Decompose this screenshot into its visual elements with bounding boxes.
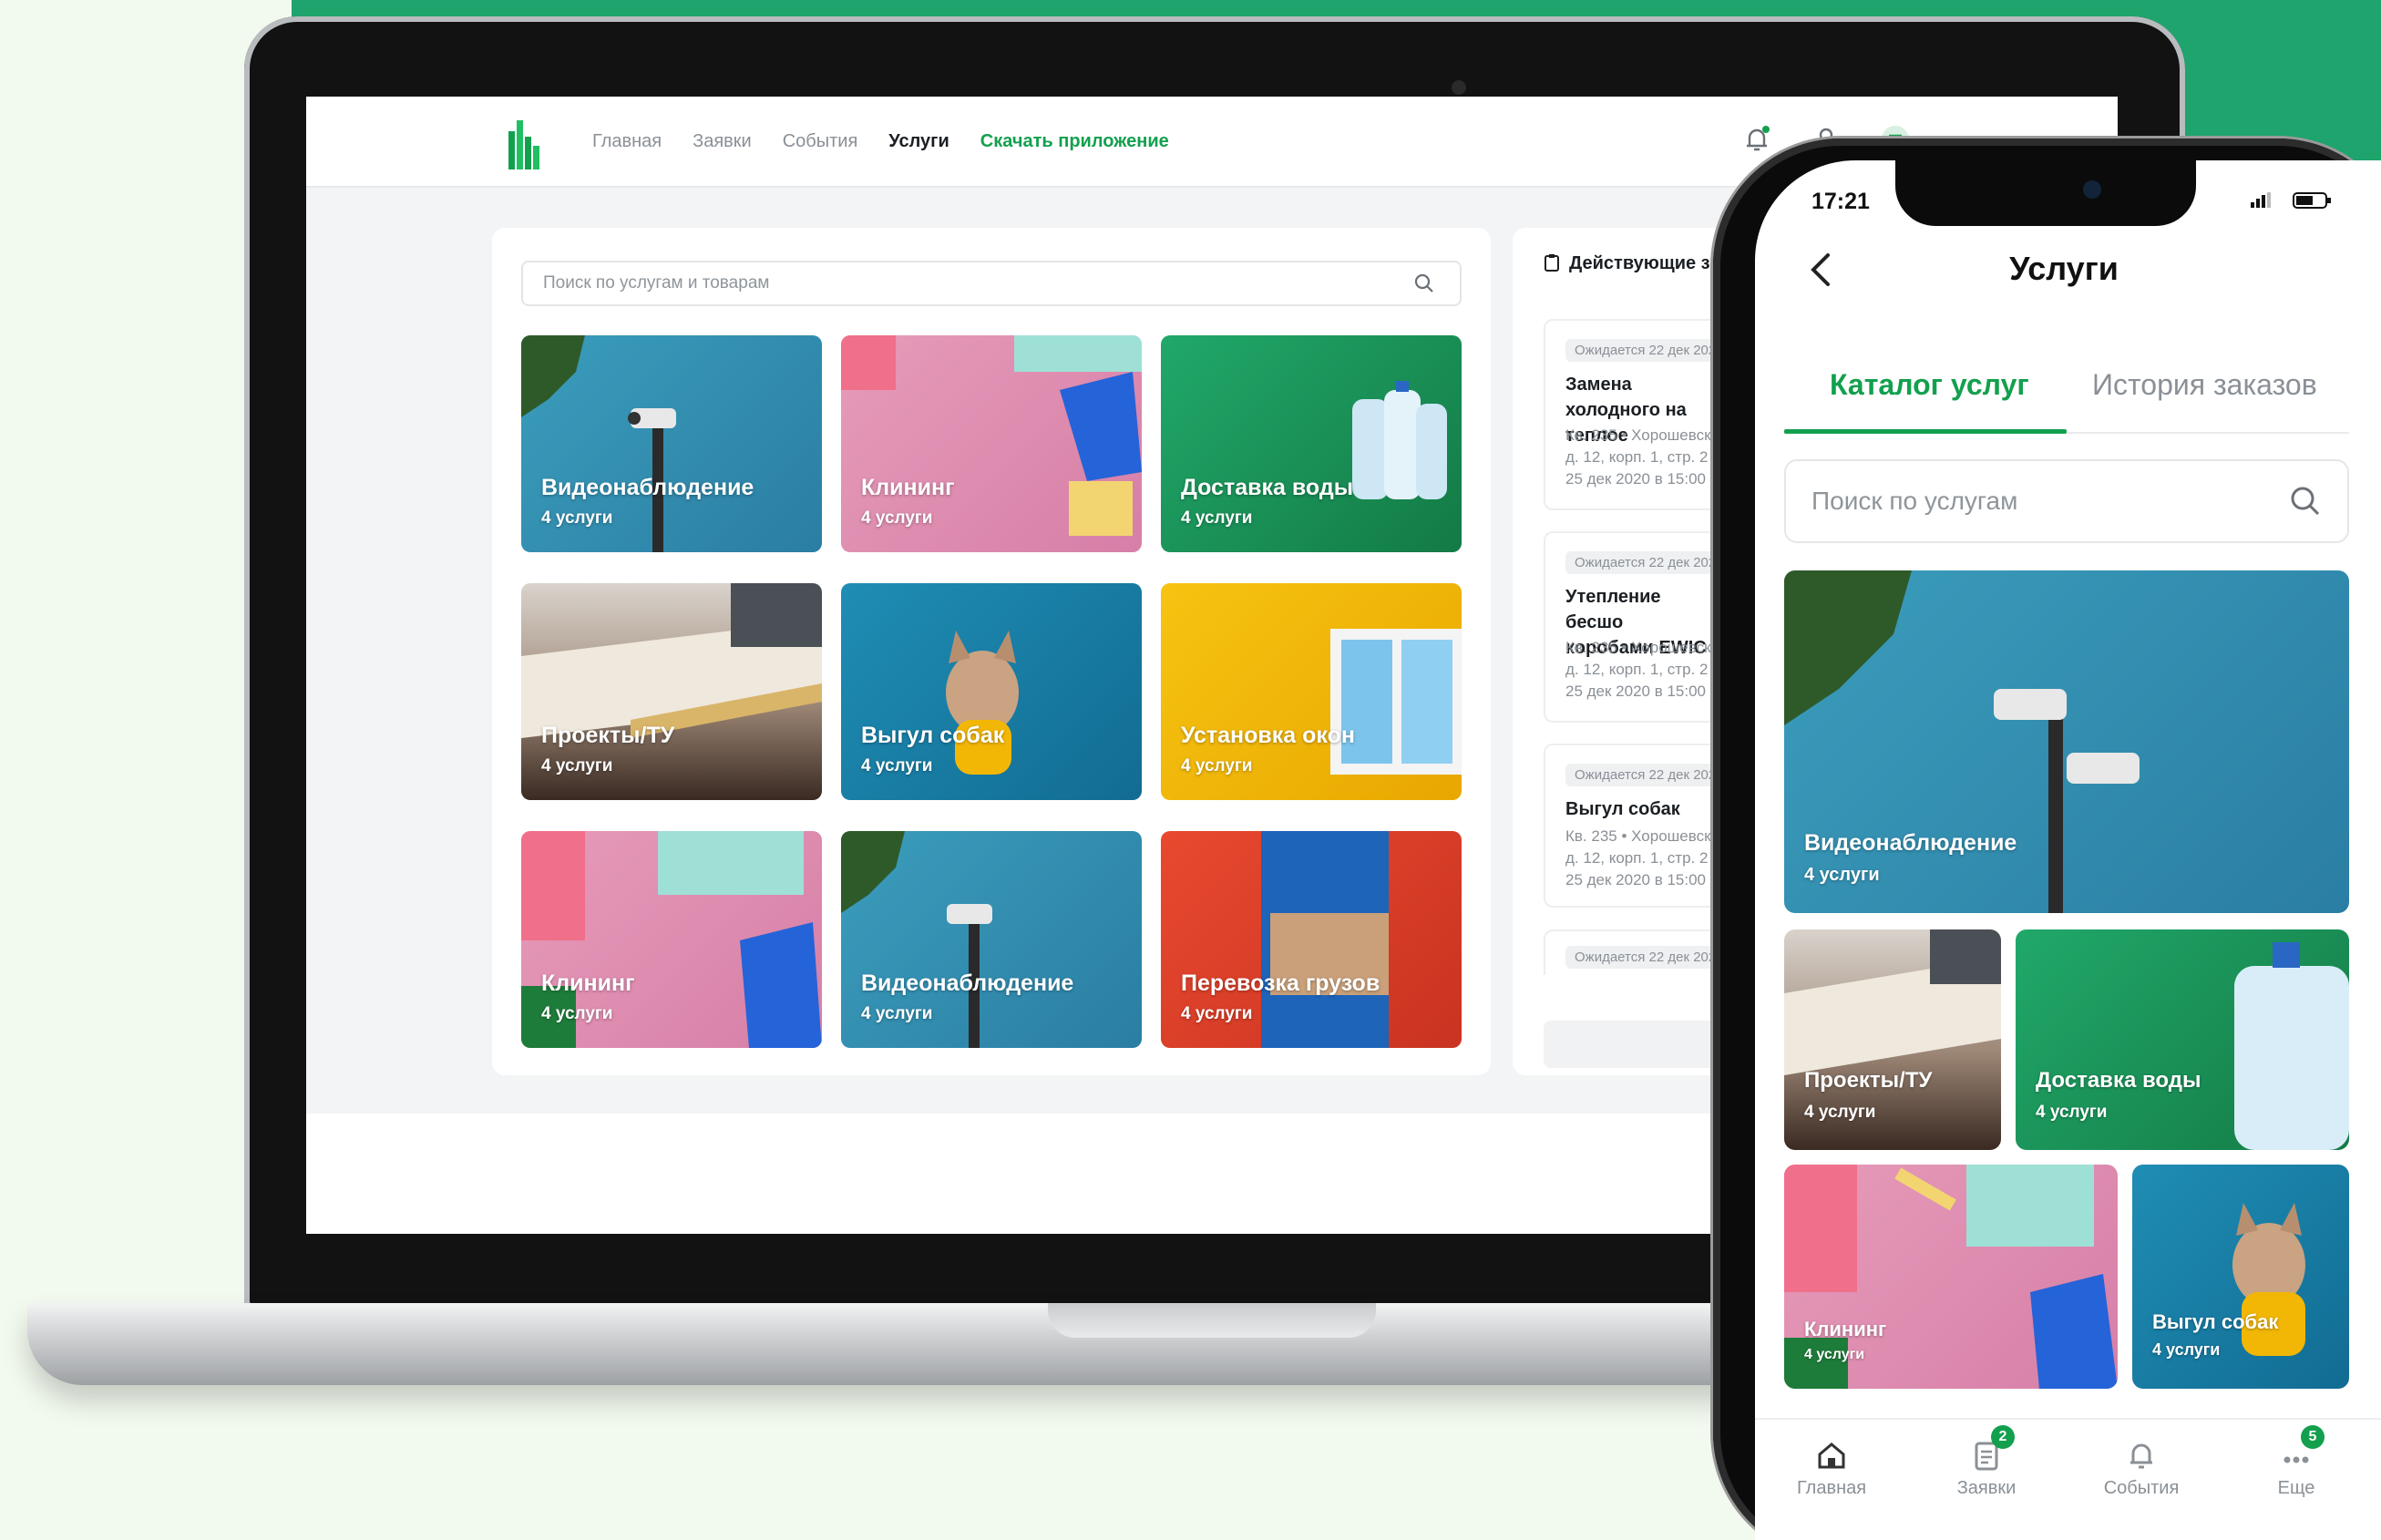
bottom-nav-home[interactable]: Главная bbox=[1777, 1438, 1886, 1499]
more-count-badge: 5 bbox=[2301, 1425, 2325, 1449]
service-tile-cleaning-2[interactable]: Клининг 4 услуги bbox=[521, 831, 822, 1048]
service-tile-cleaning[interactable]: Клининг 4 услуги bbox=[841, 335, 1142, 552]
order-status-badge: Ожидается 22 дек 202 bbox=[1565, 764, 1726, 786]
signal-icon bbox=[2251, 192, 2271, 208]
tab-history[interactable]: История заказов bbox=[2092, 368, 2317, 402]
search-icon[interactable] bbox=[2289, 485, 2322, 518]
tile-count: 4 услуги bbox=[1181, 1004, 1253, 1023]
tile-count: 4 услуги bbox=[541, 756, 613, 775]
order-status-badge: Ожидается 22 дек 202 bbox=[1565, 551, 1726, 574]
phone-bottom-nav: Главная 2 Заявки События 5 Еще bbox=[1755, 1418, 2381, 1540]
tile-count: 4 услуги bbox=[1804, 1347, 1865, 1362]
tile-title: Доставка воды bbox=[2036, 1068, 2201, 1093]
bottom-nav-home-label: Главная bbox=[1796, 1478, 1867, 1498]
phone-page-title: Услуги bbox=[2009, 250, 2119, 287]
phone-tile-video[interactable]: Видеонаблюдение 4 услуги bbox=[1784, 570, 2349, 913]
tile-title: Установка окон bbox=[1181, 723, 1355, 748]
more-icon: 5 bbox=[2279, 1425, 2325, 1473]
service-tile-cargo[interactable]: Перевозка грузов 4 услуги bbox=[1161, 831, 1462, 1048]
tile-title: Перевозка грузов bbox=[1181, 970, 1380, 996]
tile-count: 4 услуги bbox=[1181, 756, 1253, 775]
nav-services-link[interactable]: Услуги bbox=[888, 131, 949, 152]
phone-search-input[interactable]: Поиск по услугам bbox=[1784, 459, 2349, 543]
requests-count-badge: 2 bbox=[1991, 1425, 2015, 1449]
bottom-nav-events-label: События bbox=[2103, 1478, 2180, 1498]
tile-title: Видеонаблюдение bbox=[1804, 830, 2017, 856]
tile-count: 4 услуги bbox=[541, 1004, 613, 1023]
phone-tile-projects[interactable]: Проекты/ТУ 4 услуги bbox=[1784, 929, 2001, 1150]
phone-tile-water[interactable]: Доставка воды 4 услуги bbox=[2016, 929, 2349, 1150]
tile-count: 4 услуги bbox=[1181, 508, 1253, 528]
tile-count: 4 услуги bbox=[1804, 865, 1880, 885]
tile-count: 4 услуги bbox=[861, 508, 933, 528]
tile-title: Видеонаблюдение bbox=[541, 475, 754, 500]
orders-heading-text: Действующие за bbox=[1569, 253, 1720, 273]
tile-count: 4 услуги bbox=[2152, 1340, 2221, 1359]
tile-title: Доставка воды bbox=[1181, 475, 1354, 500]
search-placeholder: Поиск по услугам и товарам bbox=[543, 273, 770, 293]
tile-title: Выгул собак bbox=[861, 723, 1005, 748]
tile-title: Проекты/ТУ bbox=[541, 723, 675, 748]
tile-title: Клининг bbox=[541, 970, 635, 996]
nav-home-link[interactable]: Главная bbox=[592, 131, 662, 152]
service-tile-video-2[interactable]: Видеонаблюдение 4 услуги bbox=[841, 831, 1142, 1048]
search-input[interactable]: Поиск по услугам и товарам bbox=[521, 261, 1462, 306]
tab-catalog[interactable]: Каталог услуг bbox=[1830, 368, 2029, 402]
nav-requests-link[interactable]: Заявки bbox=[693, 131, 752, 152]
phone-search-placeholder: Поиск по услугам bbox=[1811, 487, 2018, 515]
tile-count: 4 услуги bbox=[2036, 1103, 2108, 1122]
tile-count: 4 услуги bbox=[541, 508, 613, 528]
bottom-nav-events[interactable]: События bbox=[2087, 1438, 2196, 1499]
service-tile-video[interactable]: Видеонаблюдение 4 услуги bbox=[521, 335, 822, 552]
web-main-nav: Главная Заявки События Услуги Скачать пр… bbox=[592, 131, 1169, 152]
service-tile-windows[interactable]: Установка окон 4 услуги bbox=[1161, 583, 1462, 800]
tile-count: 4 услуги bbox=[861, 756, 933, 775]
service-tile-dogs[interactable]: Выгул собак 4 услуги bbox=[841, 583, 1142, 800]
tile-title: Видеонаблюдение bbox=[861, 970, 1074, 996]
phone-notch bbox=[1895, 160, 2196, 226]
nav-events-link[interactable]: События bbox=[783, 131, 858, 152]
order-status-badge: Ожидается 22 дек 202 bbox=[1565, 339, 1726, 362]
bottom-nav-requests-label: Заявки bbox=[1956, 1478, 2017, 1498]
requests-icon: 2 bbox=[1969, 1425, 2015, 1473]
phone-tile-dogs[interactable]: Выгул собак 4 услуги bbox=[2132, 1165, 2349, 1389]
tile-title: Проекты/ТУ bbox=[1804, 1068, 1933, 1093]
bottom-nav-more-label: Еще bbox=[2277, 1478, 2315, 1498]
bottom-nav-requests[interactable]: 2 Заявки bbox=[1932, 1425, 2041, 1499]
tile-title: Клининг bbox=[1804, 1318, 1887, 1340]
home-icon bbox=[1814, 1438, 1849, 1473]
tile-count: 4 услуги bbox=[1804, 1103, 1876, 1122]
search-icon[interactable] bbox=[1414, 273, 1434, 293]
tile-title: Выгул собак bbox=[2152, 1310, 2279, 1333]
bell-icon[interactable] bbox=[1741, 124, 1772, 155]
active-tab-indicator bbox=[1784, 429, 2067, 434]
orders-heading: Действующие за bbox=[1544, 253, 1719, 274]
clipboard-icon bbox=[1545, 254, 1559, 272]
status-time: 17:21 bbox=[1811, 189, 1870, 214]
service-tile-water[interactable]: Доставка воды 4 услуги bbox=[1161, 335, 1462, 552]
phone-tile-cleaning[interactable]: Клининг 4 услуги bbox=[1784, 1165, 2118, 1389]
laptop-opening-notch bbox=[1048, 1303, 1376, 1338]
order-status-badge: Ожидается 22 дек 202 bbox=[1565, 946, 1726, 969]
bottom-nav-more[interactable]: 5 Еще bbox=[2242, 1425, 2351, 1499]
status-icons bbox=[2249, 191, 2333, 214]
phone-tabs: Каталог услуг История заказов bbox=[1784, 359, 2349, 434]
bell-icon bbox=[2124, 1438, 2159, 1473]
back-arrow-icon[interactable] bbox=[1802, 246, 1839, 293]
nav-download-app-link[interactable]: Скачать приложение bbox=[980, 131, 1169, 152]
logo-icon[interactable] bbox=[507, 118, 543, 169]
catalog-card: Поиск по услугам и товарам Видеонаблюден… bbox=[492, 228, 1491, 1075]
service-tile-projects[interactable]: Проекты/ТУ 4 услуги bbox=[521, 583, 822, 800]
tile-count: 4 услуги bbox=[861, 1004, 933, 1023]
tile-photo-camera bbox=[1784, 570, 2140, 913]
battery-icon bbox=[2293, 192, 2332, 209]
tile-title: Клининг bbox=[861, 475, 955, 500]
